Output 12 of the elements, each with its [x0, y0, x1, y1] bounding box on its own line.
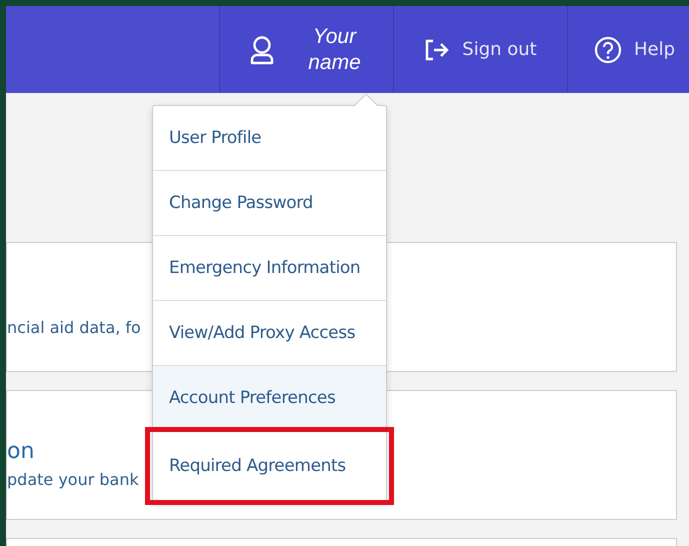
- menu-item[interactable]: Change Password: [153, 171, 386, 236]
- card-heading: on: [7, 439, 34, 464]
- menu-item[interactable]: Emergency Information: [153, 236, 386, 301]
- card-text: pdate your bank: [7, 470, 139, 489]
- user-menu-button[interactable]: Your name: [219, 6, 393, 93]
- sign-out-button[interactable]: Sign out: [393, 6, 567, 93]
- user-icon: [248, 34, 274, 64]
- help-icon: [594, 36, 622, 64]
- sign-out-icon: [424, 38, 450, 62]
- help-button[interactable]: Help: [567, 6, 689, 93]
- card-text: ncial aid data, fo: [7, 318, 141, 337]
- menu-item[interactable]: User Profile: [153, 106, 386, 171]
